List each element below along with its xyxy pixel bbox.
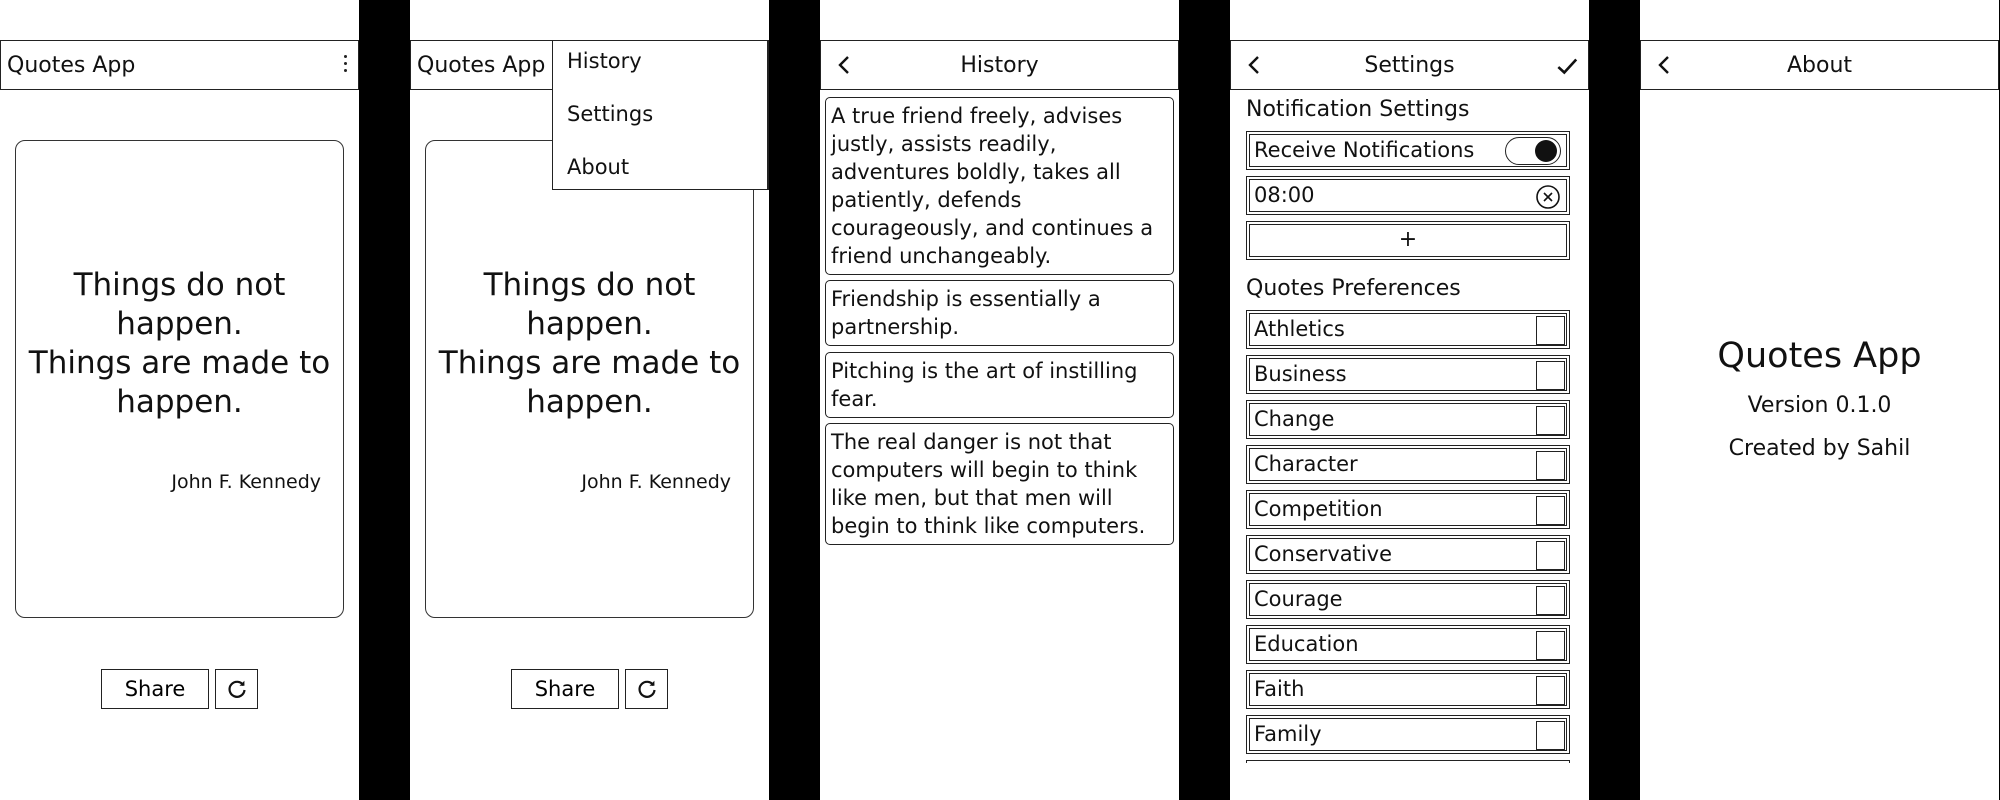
- category-row-competition[interactable]: Competition: [1246, 490, 1570, 529]
- category-checkbox[interactable]: [1536, 721, 1565, 750]
- category-checkbox[interactable]: [1536, 541, 1565, 570]
- page-title: About: [1786, 53, 1853, 78]
- refresh-button[interactable]: [215, 669, 258, 709]
- about-credit: Created by Sahil: [1728, 436, 1911, 461]
- quote-card: Things do not happen. Things are made to…: [15, 140, 344, 618]
- category-row-partial: [1246, 760, 1570, 763]
- category-checkbox[interactable]: [1536, 676, 1565, 705]
- notification-time-value[interactable]: 08:00: [1254, 183, 1315, 207]
- category-row-change[interactable]: Change: [1246, 400, 1570, 439]
- refresh-icon: [637, 680, 656, 698]
- category-label: Family: [1254, 722, 1322, 746]
- settings-screen: Settings Notification Settings Receive N…: [1230, 0, 1589, 800]
- category-label: Competition: [1254, 497, 1383, 521]
- history-item[interactable]: Pitching is the art of instilling fear.: [825, 352, 1174, 418]
- preferences-section-title: Quotes Preferences: [1246, 276, 1461, 301]
- category-row-faith[interactable]: Faith: [1246, 670, 1570, 709]
- notification-section-title: Notification Settings: [1246, 97, 1470, 122]
- refresh-icon: [227, 680, 246, 698]
- category-checkbox[interactable]: [1536, 586, 1565, 615]
- refresh-button[interactable]: [625, 669, 668, 709]
- receive-notifications-label: Receive Notifications: [1254, 138, 1475, 162]
- share-button[interactable]: Share: [511, 669, 619, 709]
- history-screen: History A true friend freely, advises ju…: [820, 0, 1179, 800]
- overflow-menu: History Settings About: [552, 40, 769, 190]
- add-time-label: +: [1398, 227, 1418, 252]
- category-row-athletics[interactable]: Athletics: [1246, 310, 1570, 349]
- receive-notifications-toggle[interactable]: [1505, 137, 1561, 165]
- category-row-business[interactable]: Business: [1246, 355, 1570, 394]
- check-icon[interactable]: [1554, 53, 1580, 79]
- quote-author: John F. Kennedy: [171, 471, 321, 493]
- category-label: Conservative: [1254, 542, 1393, 566]
- home-screen: Quotes App Things do not happen. Things …: [0, 0, 359, 800]
- receive-notifications-row: Receive Notifications: [1246, 131, 1570, 170]
- category-row-family[interactable]: Family: [1246, 715, 1570, 754]
- page-title: History: [960, 53, 1039, 78]
- about-app-name: Quotes App: [1717, 336, 1922, 376]
- category-checkbox[interactable]: [1536, 496, 1565, 525]
- quote-card: Things do not happen. Things are made to…: [425, 140, 754, 618]
- category-label: Faith: [1254, 677, 1305, 701]
- history-item[interactable]: The real danger is not that computers wi…: [825, 423, 1174, 545]
- menu-item-about[interactable]: About: [567, 155, 629, 179]
- menu-item-settings[interactable]: Settings: [567, 102, 653, 126]
- quote-text: Things do not happen. Things are made to…: [438, 267, 741, 420]
- category-label: Education: [1254, 632, 1359, 656]
- page-title: Settings: [1364, 53, 1455, 78]
- history-item[interactable]: Friendship is essentially a partnership.: [825, 280, 1174, 346]
- more-vert-icon[interactable]: [344, 55, 348, 76]
- app-bar: Quotes App: [0, 40, 359, 90]
- category-row-education[interactable]: Education: [1246, 625, 1570, 664]
- category-row-conservative[interactable]: Conservative: [1246, 535, 1570, 574]
- add-time-button[interactable]: +: [1246, 221, 1570, 260]
- category-row-courage[interactable]: Courage: [1246, 580, 1570, 619]
- toggle-knob: [1535, 140, 1557, 162]
- about-version: Version 0.1.0: [1747, 393, 1892, 418]
- app-bar: History: [820, 40, 1179, 90]
- category-label: Courage: [1254, 587, 1343, 611]
- clear-time-icon[interactable]: [1535, 184, 1561, 210]
- notification-time-row[interactable]: 08:00: [1246, 176, 1570, 215]
- app-bar: About: [1640, 40, 1999, 90]
- category-label: Athletics: [1254, 317, 1345, 341]
- category-checkbox[interactable]: [1536, 316, 1565, 345]
- category-checkbox[interactable]: [1536, 451, 1565, 480]
- share-button[interactable]: Share: [101, 669, 209, 709]
- app-title: Quotes App: [417, 53, 546, 78]
- about-screen: About Quotes App Version 0.1.0 Created b…: [1640, 0, 1999, 800]
- quote-author: John F. Kennedy: [581, 471, 731, 493]
- category-label: Business: [1254, 362, 1347, 386]
- category-label: Change: [1254, 407, 1335, 431]
- category-checkbox[interactable]: [1536, 631, 1565, 660]
- app-bar: Settings: [1230, 40, 1589, 90]
- app-title: Quotes App: [7, 53, 136, 78]
- category-label: Character: [1254, 452, 1358, 476]
- history-item[interactable]: A true friend freely, advises justly, as…: [825, 97, 1174, 275]
- home-screen-menu-open: Quotes App Things do not happen. Things …: [410, 0, 769, 800]
- category-checkbox[interactable]: [1536, 406, 1565, 435]
- menu-item-history[interactable]: History: [567, 49, 642, 73]
- quote-text: Things do not happen. Things are made to…: [28, 267, 331, 420]
- category-row-character[interactable]: Character: [1246, 445, 1570, 484]
- category-checkbox[interactable]: [1536, 361, 1565, 390]
